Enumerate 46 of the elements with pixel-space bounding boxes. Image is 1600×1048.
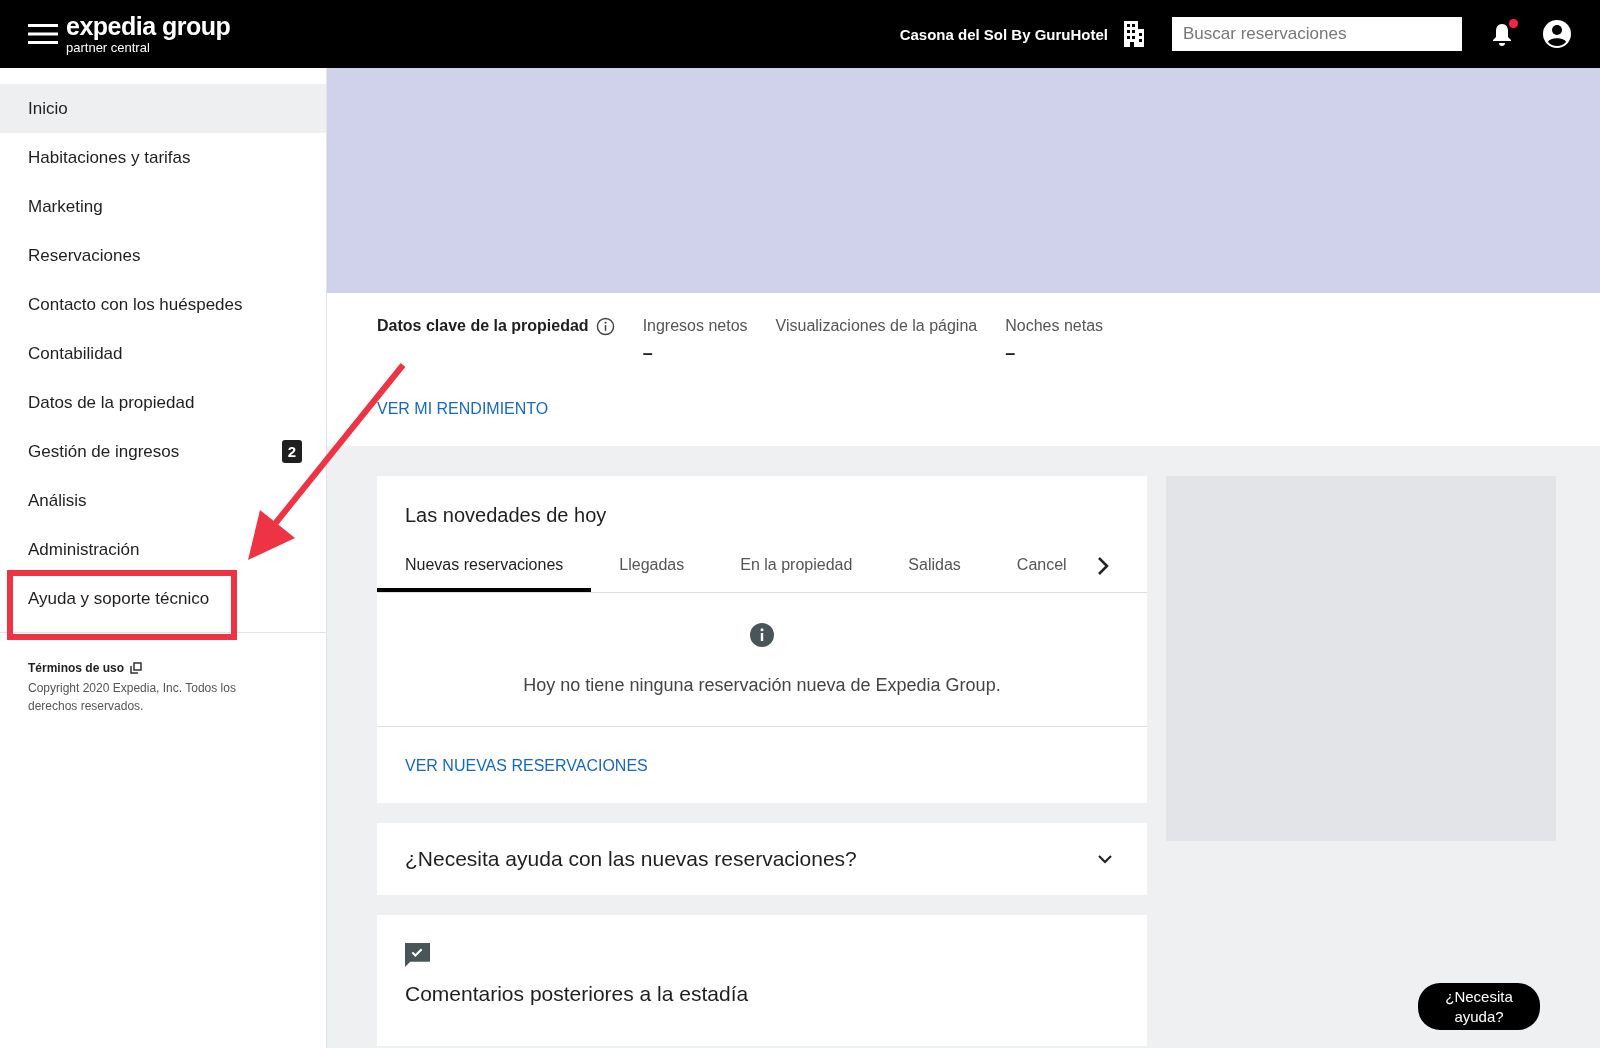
tab[interactable]: Nuevas reservaciones	[377, 549, 592, 592]
comment-check-icon	[405, 943, 430, 968]
chevron-right-icon[interactable]	[1096, 555, 1109, 576]
menu-icon[interactable]	[28, 23, 58, 45]
metric-value: –	[642, 343, 654, 364]
tab[interactable]: En la propiedad	[712, 549, 881, 592]
sidebar-item[interactable]: Datos de la propiedad	[0, 378, 326, 427]
user-icon[interactable]	[1542, 19, 1572, 49]
property-name[interactable]: Casona del Sol By GuruHotel	[899, 25, 1108, 43]
copyright-text: Copyright 2020 Expedia, Inc. Todos los derechos reservados.	[28, 680, 237, 715]
help-button[interactable]: ¿Necesita ayuda?	[1418, 983, 1540, 1030]
sidebar-item[interactable]: Gestión de ingresos 2	[0, 427, 326, 476]
sidebar-item[interactable]: Contabilidad	[0, 329, 326, 378]
sidebar-item[interactable]: Inicio	[0, 84, 326, 133]
sidebar-item[interactable]: Ayuda y soporte técnico	[0, 574, 326, 623]
chevron-down-icon	[1097, 854, 1113, 864]
card-title: Las novedades de hoy	[404, 503, 608, 528]
tab[interactable]: Salidas	[880, 549, 989, 592]
metric-value: –	[1005, 343, 1017, 364]
tab[interactable]: Llegadas	[591, 549, 713, 592]
sidebar-item[interactable]: Reservaciones	[0, 231, 326, 280]
card-title: Comentarios posteriores a la estadía	[405, 982, 749, 1006]
section-title: Datos clave de la propiedad	[377, 317, 589, 335]
sidebar-item[interactable]: Contacto con los huéspedes	[0, 280, 326, 329]
sidebar-item[interactable]: Habitaciones y tarifas	[0, 133, 326, 182]
new-reservations-link[interactable]: VER NUEVAS RESERVACIONES	[405, 757, 648, 775]
info-icon[interactable]	[595, 317, 615, 336]
sidebar-item[interactable]: Administración	[0, 525, 326, 574]
performance-link[interactable]: VER MI RENDIMIENTO	[377, 400, 549, 418]
info-icon	[750, 623, 774, 647]
count-badge: 2	[281, 440, 302, 463]
tab[interactable]: Cancel	[988, 549, 1095, 592]
sidebar-item[interactable]: Marketing	[0, 182, 326, 231]
building-icon[interactable]	[1122, 21, 1146, 47]
metric-label: Visualizaciones de la página	[775, 317, 978, 335]
terms-link[interactable]: Términos de uso	[28, 661, 125, 675]
metric-label: Noches netas	[1005, 317, 1104, 335]
bell-icon[interactable]	[1491, 22, 1513, 46]
external-link-icon	[130, 662, 143, 674]
logo-subtitle: partner central	[66, 41, 151, 54]
empty-message: Hoy no tiene ninguna reservación nueva de Expedia Group.	[523, 675, 1001, 696]
help-accordion[interactable]: ¿Necesita ayuda con las nuevas reservaciones?	[377, 823, 1147, 895]
metric-label: Ingresos netos	[642, 317, 748, 335]
search-field[interactable]: Buscar reservaciones	[1172, 17, 1462, 51]
sidebar-item[interactable]: Análisis	[0, 476, 326, 525]
logo-text: expedia group	[66, 14, 231, 39]
